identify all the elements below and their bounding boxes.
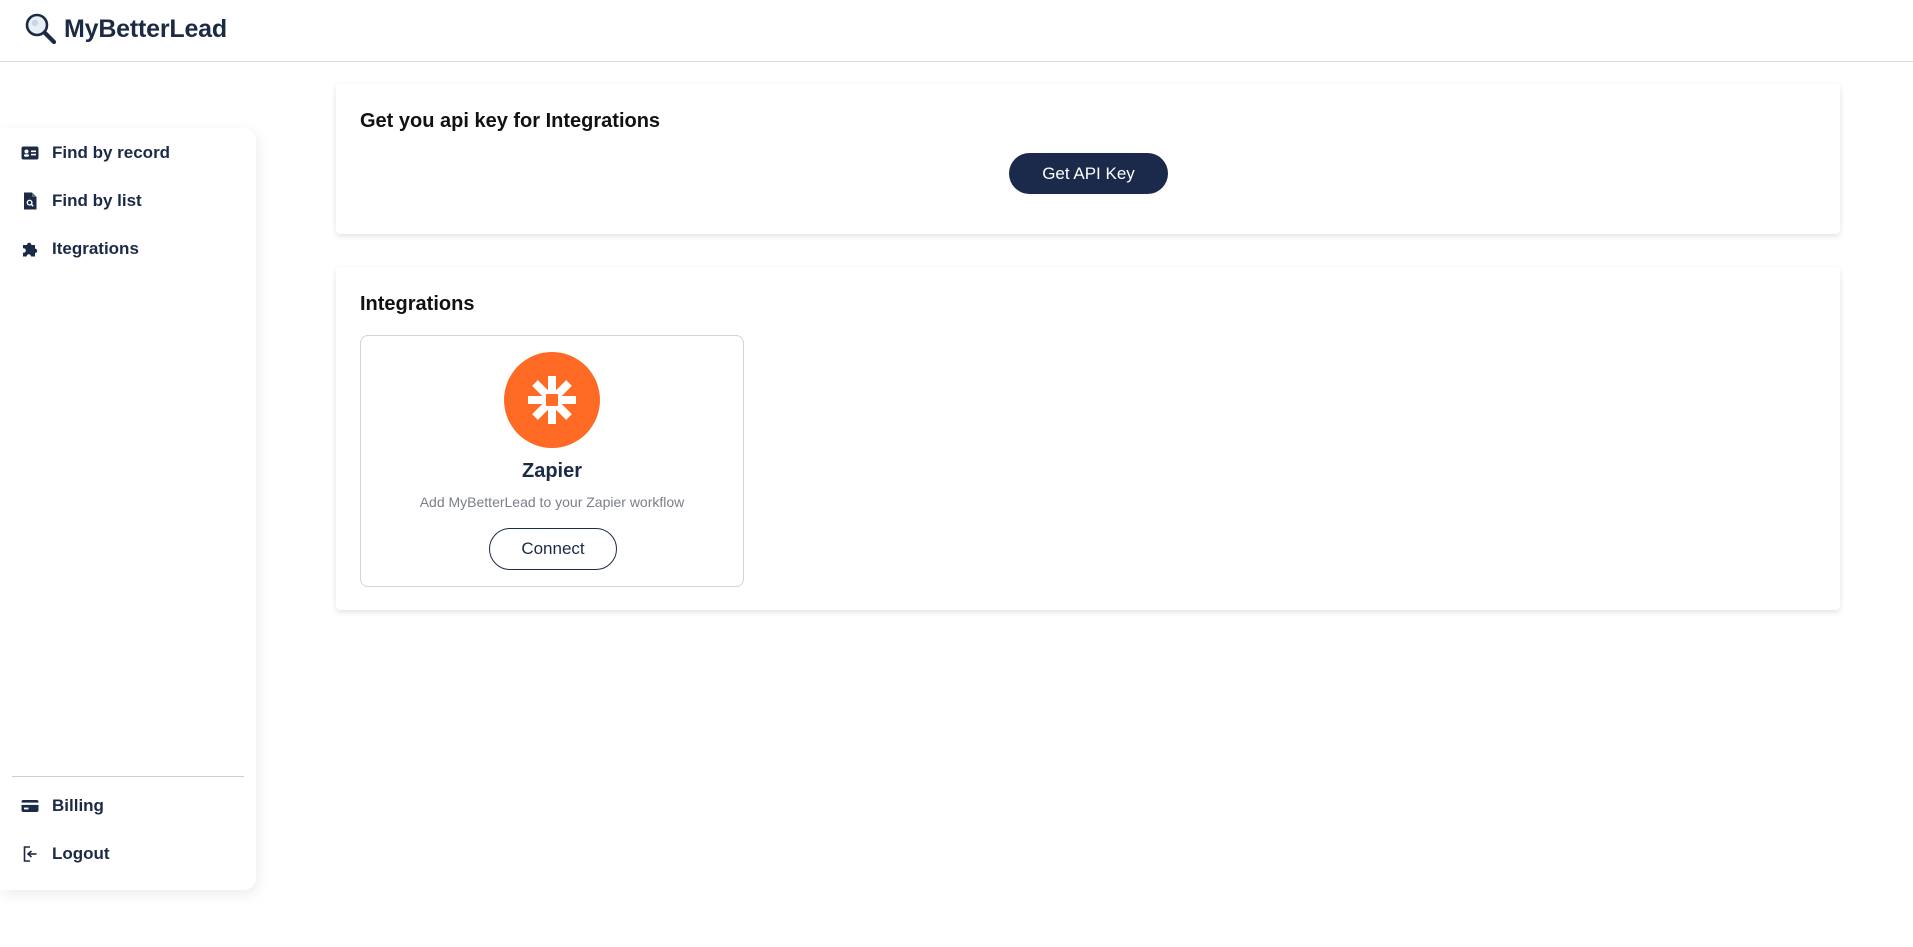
- sidebar-item-find-by-list[interactable]: Find by list: [20, 191, 142, 211]
- integrations-card: Integrations Zapier Add MyBetterLead to …: [336, 267, 1840, 610]
- magnifier-logo-icon: [24, 12, 58, 46]
- sidebar-item-label: Logout: [52, 844, 110, 863]
- sidebar-item-integrations[interactable]: Itegrations: [20, 239, 139, 259]
- id-card-icon: [20, 143, 40, 163]
- sidebar: Find by record Find by list Itegrations …: [0, 128, 256, 890]
- sidebar-item-label: Billing: [52, 796, 104, 815]
- sidebar-item-label: Find by list: [52, 191, 142, 210]
- brand-name: MyBetterLead: [64, 14, 227, 43]
- api-key-card: Get you api key for Integrations Get API…: [336, 84, 1840, 234]
- connect-button[interactable]: Connect: [489, 528, 617, 570]
- credit-card-icon: [20, 796, 40, 816]
- sidebar-divider: [12, 776, 244, 777]
- zapier-asterisk-icon: [504, 352, 600, 448]
- sidebar-item-find-by-record[interactable]: Find by record: [20, 143, 170, 163]
- integrations-card-title: Integrations: [360, 293, 475, 315]
- sidebar-item-label: Itegrations: [52, 239, 139, 258]
- brand[interactable]: MyBetterLead: [24, 12, 227, 46]
- get-api-key-button[interactable]: Get API Key: [1009, 153, 1168, 194]
- api-key-card-title: Get you api key for Integrations: [360, 110, 661, 132]
- integration-description: Add MyBetterLead to your Zapier workflow: [419, 494, 685, 510]
- sidebar-item-label: Find by record: [52, 143, 171, 162]
- sidebar-item-billing[interactable]: Billing: [20, 796, 104, 816]
- puzzle-icon: [20, 239, 40, 259]
- sidebar-item-logout[interactable]: Logout: [20, 844, 110, 864]
- logout-icon: [20, 844, 40, 864]
- integration-tile-zapier: Zapier Add MyBetterLead to your Zapier w…: [360, 335, 744, 587]
- integration-name: Zapier: [521, 460, 583, 482]
- file-search-icon: [20, 191, 40, 211]
- top-bar: MyBetterLead: [0, 0, 1913, 62]
